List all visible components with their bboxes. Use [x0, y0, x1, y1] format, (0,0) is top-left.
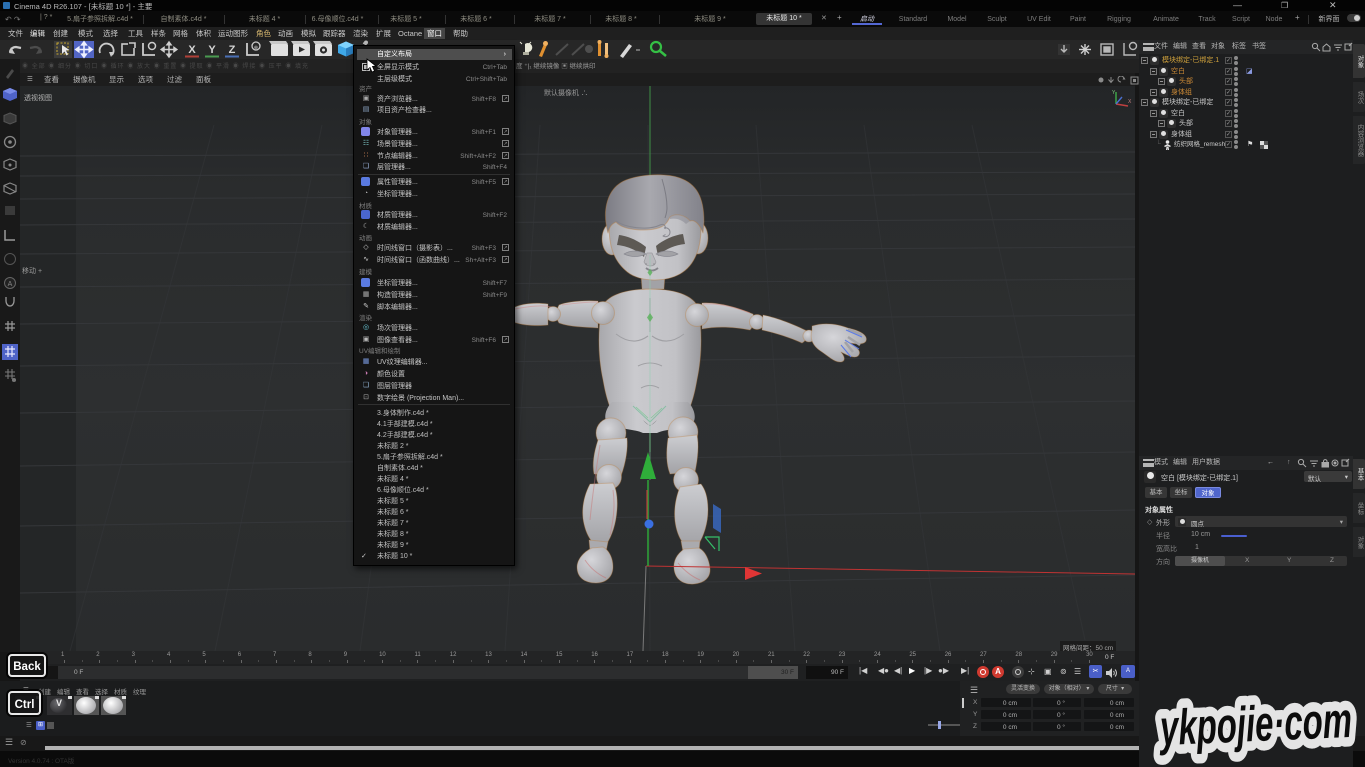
svg-text:ykpojie·com: ykpojie·com — [1157, 692, 1353, 756]
svg-text:Z: Z — [229, 44, 236, 56]
svg-text:⊕: ⊕ — [254, 45, 258, 51]
svg-text:X: X — [1128, 99, 1132, 105]
svg-text:Y: Y — [208, 44, 216, 56]
svg-text:A: A — [8, 281, 13, 288]
svg-text:X: X — [188, 44, 196, 56]
